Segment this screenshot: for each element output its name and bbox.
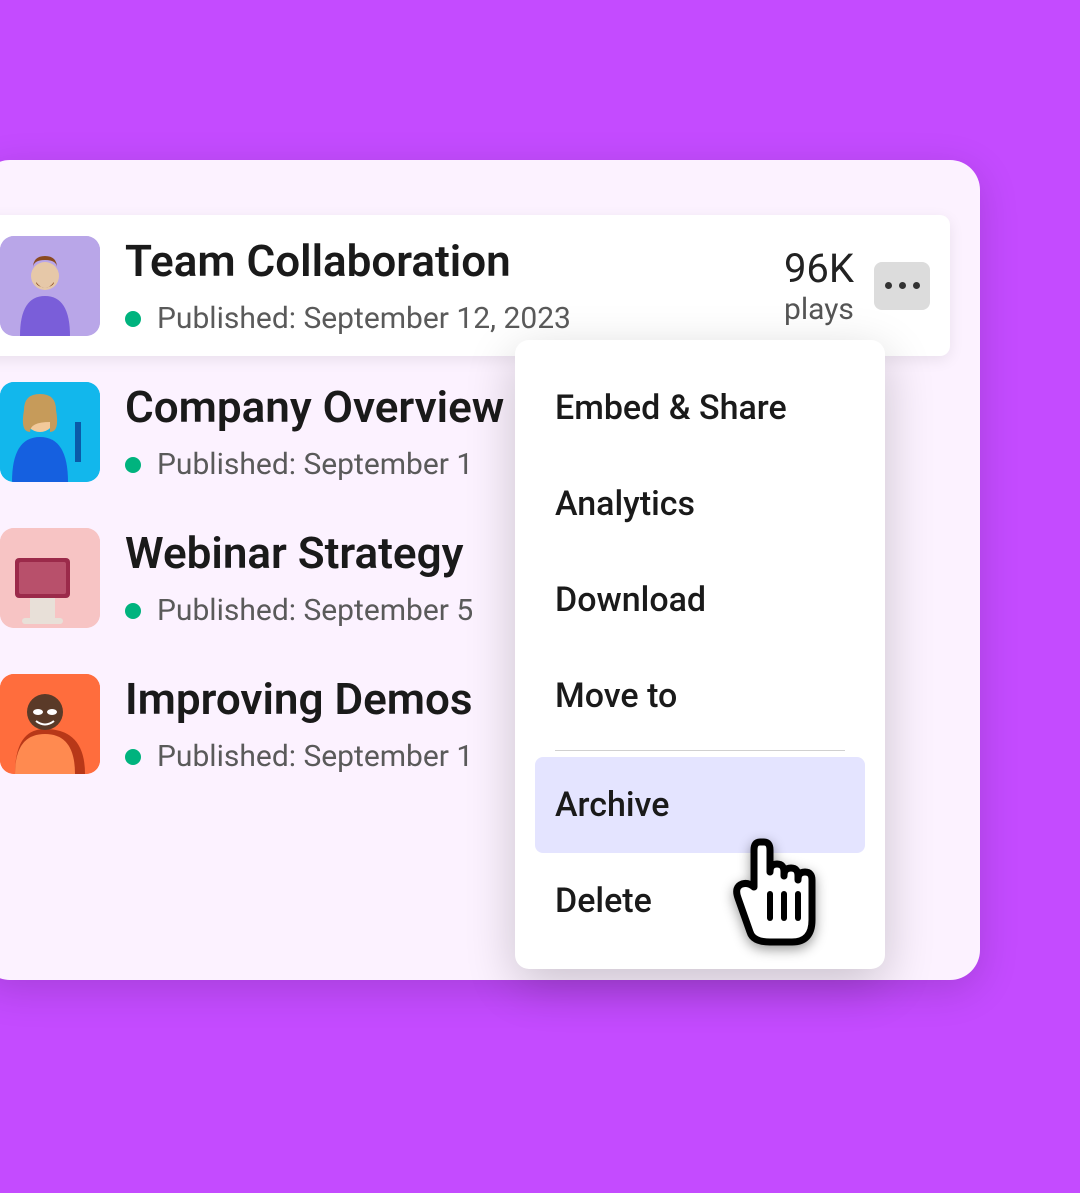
- video-thumbnail: [0, 528, 100, 628]
- status-prefix: Published:: [157, 739, 296, 774]
- menu-item-embed-share[interactable]: Embed & Share: [535, 360, 865, 456]
- video-thumbnail: [0, 236, 100, 336]
- status-prefix: Published:: [157, 447, 296, 482]
- status-dot-icon: [125, 603, 141, 619]
- status-dot-icon: [125, 749, 141, 765]
- status-dot-icon: [125, 311, 141, 327]
- video-meta: Team Collaboration Published: September …: [125, 235, 764, 336]
- more-options-button[interactable]: [874, 262, 930, 310]
- status-dot-icon: [125, 457, 141, 473]
- status-prefix: Published:: [157, 301, 296, 336]
- menu-item-analytics[interactable]: Analytics: [535, 456, 865, 552]
- pointer-cursor-icon: [720, 832, 830, 956]
- video-title: Team Collaboration: [125, 235, 764, 287]
- status-date: September 1: [303, 447, 473, 482]
- status-date: September 1: [303, 739, 473, 774]
- video-item[interactable]: Team Collaboration Published: September …: [0, 215, 950, 356]
- play-count: 96K plays: [784, 245, 854, 327]
- menu-divider: [555, 750, 845, 751]
- status-prefix: Published:: [157, 593, 296, 628]
- video-thumbnail: [0, 674, 100, 774]
- status-date: September 5: [303, 593, 473, 628]
- video-thumbnail: [0, 382, 100, 482]
- plays-label: plays: [784, 292, 854, 327]
- status-date: September 12, 2023: [303, 301, 570, 336]
- plays-value: 96K: [784, 245, 854, 292]
- menu-item-move-to[interactable]: Move to: [535, 648, 865, 744]
- ellipsis-icon: [885, 282, 920, 289]
- menu-item-download[interactable]: Download: [535, 552, 865, 648]
- video-status: Published: September 12, 2023: [125, 301, 764, 336]
